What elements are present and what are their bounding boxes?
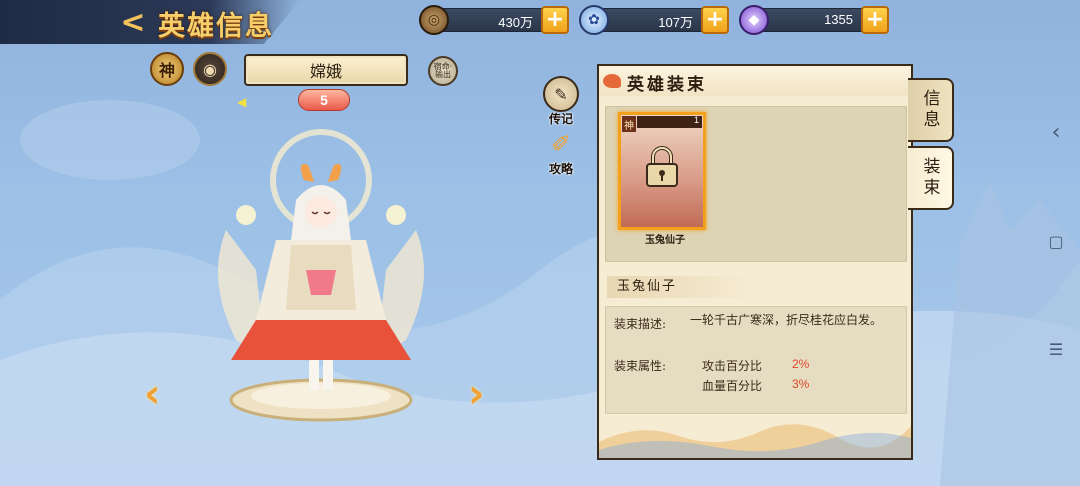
guide-label: 攻略 — [548, 162, 573, 176]
attr-name: 攻击百分比 — [702, 359, 763, 373]
brush-icon: ✐ — [550, 130, 572, 158]
next-hero-arrow-icon[interactable]: › — [468, 374, 484, 414]
hero-name-plate: 嫦娥 — [244, 54, 408, 86]
card-level: 1 — [693, 115, 699, 125]
coin-icon: ◎ — [419, 5, 449, 35]
guide-button[interactable]: ✐ 攻略 — [541, 126, 581, 177]
gem-icon: ◆ — [739, 5, 769, 35]
biography-button[interactable]: ✎ 传记 — [541, 76, 581, 127]
outfit-description-box: 装束描述: 一轮千古广寒深，折尽桂花应白发。 装束属性: 攻击百分比 2% 血量… — [605, 306, 907, 414]
card-topbar — [637, 116, 702, 128]
triangle-left-icon[interactable]: ◀ — [237, 95, 246, 109]
attr-name: 血量百分比 — [702, 379, 763, 393]
bead-icon[interactable]: ◉ — [193, 52, 227, 86]
attr-value: 2% — [792, 357, 810, 371]
currency-gem: ◆ 1355 + — [739, 5, 889, 35]
fate-button-label: 宿命·输出 — [433, 61, 453, 79]
outfit-grid: 神 1 玉兔仙子 — [605, 106, 907, 262]
system-back-icon[interactable]: ‹ — [1044, 120, 1068, 145]
fate-button[interactable]: 宿命·输出 — [428, 56, 458, 86]
scroll-icon: ✎ — [543, 76, 579, 112]
cloud-icon — [603, 74, 621, 88]
currency-coin-value: 430万 — [498, 15, 533, 30]
prev-hero-arrow-icon[interactable]: ‹ — [144, 374, 160, 414]
star-level-badge: 5 — [298, 89, 350, 111]
panel-wave-decoration — [599, 424, 911, 458]
biography-label: 传记 — [548, 112, 573, 126]
system-menu-icon[interactable]: ☰ — [1044, 340, 1068, 359]
panel-title: 英雄装束 — [627, 75, 707, 95]
star-level-value: 5 — [320, 92, 328, 108]
hero-portrait — [218, 129, 424, 422]
spirit-icon: ✿ — [579, 5, 609, 35]
add-gem-button[interactable]: + — [861, 6, 889, 34]
god-type-badge[interactable]: 神 — [150, 52, 184, 86]
lock-icon — [646, 146, 678, 187]
hero-name: 嫦娥 — [309, 62, 342, 81]
system-home-icon[interactable]: ▢ — [1044, 232, 1068, 251]
add-jade-button[interactable]: + — [701, 6, 729, 34]
tab-outfit[interactable]: 装束 — [908, 146, 954, 210]
currency-jade-value: 107万 — [658, 15, 693, 30]
currency-gem-value: 1355 — [824, 12, 853, 27]
back-button[interactable]: < — [118, 8, 148, 38]
currency-jade: ✿ 107万 + — [579, 5, 729, 35]
desc-text: 一轮千古广寒深，折尽桂花应白发。 — [690, 313, 883, 327]
outfit-panel: 英雄装束 神 1 玉兔仙子 玉兔仙子 装束描述: 一轮千古广寒深，折尽桂花应白发… — [597, 64, 913, 460]
tab-info[interactable]: 信息 — [908, 78, 954, 142]
attr-value: 3% — [792, 377, 810, 391]
panel-header: 英雄装束 — [599, 66, 911, 96]
add-coin-button[interactable]: + — [541, 6, 569, 34]
card-type-tag: 神 — [622, 116, 636, 132]
skin-name: 玉兔仙子 — [607, 276, 757, 298]
currency-coin: ◎ 430万 + — [419, 5, 569, 35]
tab-outfit-label: 装束 — [919, 157, 940, 199]
page-title: 英雄信息 — [158, 11, 274, 42]
attr-label: 装束属性: — [614, 359, 667, 373]
tab-info-label: 信息 — [919, 89, 940, 131]
card-name: 玉兔仙子 — [645, 235, 685, 246]
desc-label: 装束描述: — [614, 317, 667, 331]
outfit-card[interactable]: 神 1 — [618, 112, 706, 230]
